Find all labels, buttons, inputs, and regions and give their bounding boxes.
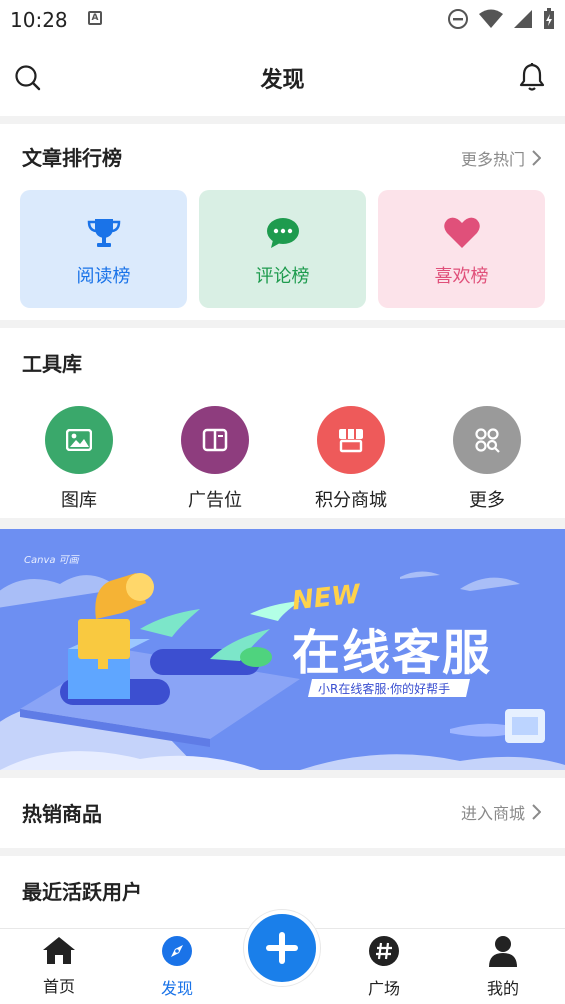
- status-bar: 10:28 A: [0, 0, 565, 40]
- more-hot-label: 更多热门: [460, 150, 525, 169]
- bell-icon[interactable]: [519, 62, 545, 96]
- trophy-icon: [86, 216, 122, 254]
- more-hot-link[interactable]: 更多热门: [461, 146, 541, 170]
- tab-label: 首页: [42, 977, 75, 996]
- rank-card-label: 阅读榜: [76, 266, 131, 287]
- tab-label: 我的: [486, 979, 519, 998]
- person-icon: [489, 936, 517, 967]
- tab-square[interactable]: 广场: [339, 935, 429, 999]
- tool-more[interactable]: 更多: [427, 406, 547, 512]
- banner-brand: Canva 可画: [24, 555, 79, 566]
- tab-discover[interactable]: 发现: [132, 935, 222, 999]
- tool-gallery[interactable]: 图库: [19, 406, 139, 512]
- banner-title: 在线客服: [292, 625, 493, 681]
- section-title: 文章排行榜: [22, 146, 122, 170]
- tool-points-mall[interactable]: 积分商城: [291, 406, 411, 512]
- enter-mall-label: 进入商城: [460, 804, 525, 823]
- tool-label: 积分商城: [315, 490, 387, 511]
- tools-section: 工具库 图库 广告位 积分商城 更多: [0, 328, 565, 518]
- article-ranking-section: 文章排行榜 更多热门 阅读榜 评论榜 喜欢榜: [0, 124, 565, 320]
- hot-products-section: 热销商品 进入商城: [0, 778, 565, 848]
- hashtag-icon: [369, 936, 399, 966]
- banner-subtitle: 小R在线客服·你的好帮手: [318, 682, 451, 696]
- plus-icon: [266, 932, 298, 964]
- rank-card-label: 喜欢榜: [434, 266, 489, 287]
- chevron-right-icon: [532, 150, 541, 166]
- store-icon: [317, 406, 385, 474]
- section-title: 工具库: [22, 352, 82, 376]
- status-icons: [447, 8, 555, 30]
- tab-label: 发现: [160, 979, 193, 998]
- tool-label: 图库: [61, 490, 97, 511]
- rank-card-like[interactable]: 喜欢榜: [378, 190, 545, 308]
- app-header: 发现: [0, 40, 565, 116]
- page-title: 发现: [260, 68, 305, 93]
- signal-icon: [514, 10, 532, 28]
- tool-ad-slot[interactable]: 广告位: [155, 406, 275, 512]
- heart-icon: [443, 216, 481, 254]
- comment-icon: [265, 216, 301, 254]
- wifi-icon: [479, 9, 503, 28]
- tool-label: 更多: [469, 490, 505, 511]
- compass-icon: [162, 936, 192, 966]
- section-title: 热销商品: [22, 802, 102, 826]
- image-icon: [45, 406, 113, 474]
- tab-mine[interactable]: 我的: [458, 935, 548, 999]
- tab-home[interactable]: 首页: [14, 935, 104, 997]
- tab-label: 广场: [367, 979, 400, 998]
- book-icon: [181, 406, 249, 474]
- grid-search-icon: [453, 406, 521, 474]
- do-not-disturb-icon: [448, 9, 468, 29]
- section-title: 最近活跃用户: [22, 880, 142, 904]
- rank-card-read[interactable]: 阅读榜: [20, 190, 187, 308]
- enter-mall-link[interactable]: 进入商城: [461, 800, 541, 824]
- rank-card-comment[interactable]: 评论榜: [199, 190, 366, 308]
- rank-card-label: 评论榜: [255, 266, 310, 287]
- battery-icon: [544, 8, 554, 29]
- create-post-button[interactable]: [244, 910, 320, 986]
- customer-service-banner[interactable]: Canva 可画 NEW 在线客服 小R在线客服·你的好帮手: [0, 529, 565, 770]
- chevron-right-icon: [532, 804, 541, 820]
- status-time: 10:28: [10, 8, 68, 32]
- tool-label: 广告位: [188, 490, 242, 511]
- notification-a-icon: A: [88, 11, 102, 25]
- home-icon: [43, 937, 75, 964]
